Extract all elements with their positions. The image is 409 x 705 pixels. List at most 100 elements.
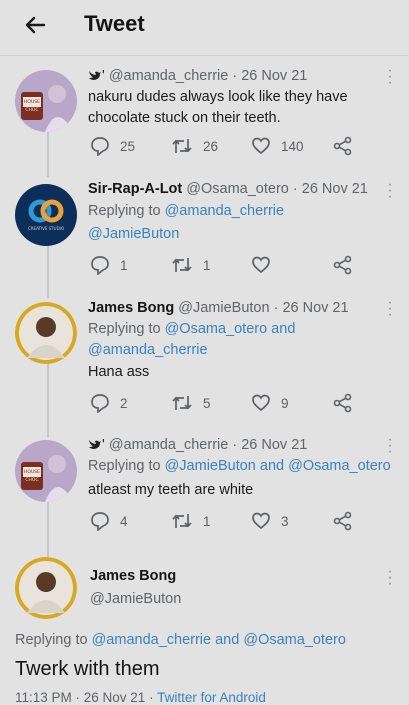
bird-badge-icon <box>88 69 102 81</box>
tweet-text: atleast my teeth are white <box>88 482 254 498</box>
retweet-count: 5 <box>203 395 211 411</box>
thread-line <box>47 132 49 177</box>
reply-count: 25 <box>120 138 136 154</box>
avatar-james-image <box>15 302 77 364</box>
avatar[interactable] <box>15 302 77 364</box>
tweet-handle[interactable]: @amanda_cherrie <box>109 437 229 453</box>
retweet-button[interactable]: 26 <box>171 135 218 157</box>
tweet-header: ' @amanda_cherrie · 26 Nov 21 <box>88 437 307 453</box>
retweet-icon <box>172 258 192 272</box>
tweet-date: 26 Nov 21 <box>241 68 308 84</box>
tweet-date: 26 Nov 21 <box>241 437 308 453</box>
like-count: 9 <box>281 395 289 411</box>
reply-count: 4 <box>120 513 128 529</box>
replying-to: Replying to @amanda_cherrie @JamieButon <box>88 203 285 242</box>
svg-text:CHOC: CHOC <box>25 477 38 483</box>
tweet-text: Hana ass <box>88 364 150 380</box>
svg-text:CHOC: CHOC <box>25 107 38 113</box>
share-icon <box>333 393 352 413</box>
retweet-count: 1 <box>203 257 211 273</box>
share-button[interactable] <box>333 510 353 532</box>
heart-icon <box>252 394 270 412</box>
thread-line <box>47 364 49 437</box>
mention-link[interactable]: @Osama_otero <box>243 632 346 648</box>
thread-line <box>47 246 49 298</box>
more-options-icon[interactable]: · · · <box>386 177 394 205</box>
svg-text:CREATIVE STUDIO: CREATIVE STUDIO <box>28 226 64 231</box>
heart-icon <box>252 512 270 530</box>
share-icon <box>333 511 352 531</box>
reply-button[interactable]: 25 <box>90 135 135 157</box>
share-button[interactable] <box>333 254 353 276</box>
avatar[interactable]: HOUSE CHOC <box>15 70 77 132</box>
avatar[interactable]: CREATIVE STUDIO <box>15 184 77 246</box>
tweet-handle[interactable]: @JamieButon <box>178 300 269 316</box>
share-button[interactable] <box>333 135 353 157</box>
tweet-handle[interactable]: @Osama_otero <box>186 181 289 197</box>
retweet-count: 26 <box>203 138 219 154</box>
mention-link[interactable]: @JamieButon <box>88 226 179 242</box>
reply-button[interactable]: 4 <box>90 510 128 532</box>
svg-text:HOUSE: HOUSE <box>24 469 40 475</box>
mention-link[interactable]: @JamieButon <box>165 458 256 474</box>
tweet-date: 26 Nov 21 <box>301 181 368 197</box>
mention-link[interactable]: @Osama_otero <box>165 321 268 337</box>
mention-link[interactable]: @amanda_cherrie <box>88 342 208 358</box>
reply-count: 2 <box>120 395 128 411</box>
replying-to: Replying to @amanda_cherrie and @Osama_o… <box>15 632 346 648</box>
tweet-meta: 11:13 PM · 26 Nov 21 · Twitter for Andro… <box>15 690 266 705</box>
avatar[interactable]: HOUSE CHOC <box>15 440 77 502</box>
thread-line <box>47 502 49 557</box>
top-bar <box>0 0 409 56</box>
avatar-amanda-image: HOUSE CHOC <box>15 70 77 132</box>
avatar-james-image <box>15 557 77 619</box>
retweet-icon <box>172 139 192 153</box>
avatar-amanda-image: HOUSE CHOC <box>15 440 77 502</box>
mention-link[interactable]: @amanda_cherrie <box>165 203 285 219</box>
tweet-header: James Bong @JamieButon · 26 Nov 21 <box>88 300 349 316</box>
retweet-button[interactable]: 5 <box>171 392 211 414</box>
like-button[interactable]: 9 <box>251 392 289 414</box>
replying-to: Replying to @JamieButon and @Osama_otero <box>88 458 391 474</box>
bird-badge-icon <box>88 438 102 450</box>
like-count: 3 <box>281 513 289 529</box>
reply-count: 1 <box>120 257 128 273</box>
main-author-name[interactable]: James Bong <box>90 568 176 584</box>
avatar[interactable] <box>15 557 77 619</box>
reply-icon <box>91 394 109 413</box>
like-button[interactable]: 140 <box>251 135 304 157</box>
retweet-button[interactable]: 1 <box>171 254 211 276</box>
tweet-author-name[interactable]: Sir-Rap-A-Lot <box>88 181 182 197</box>
reply-button[interactable]: 2 <box>90 392 128 414</box>
tweet-header: Sir-Rap-A-Lot @Osama_otero · 26 Nov 21 <box>88 181 368 197</box>
more-options-icon[interactable]: · · · <box>386 564 394 592</box>
like-button[interactable] <box>251 254 271 276</box>
tweet-handle[interactable]: @amanda_cherrie <box>109 68 229 84</box>
reply-button[interactable]: 1 <box>90 254 128 276</box>
retweet-icon <box>172 514 192 528</box>
back-arrow-icon[interactable] <box>20 10 50 40</box>
source-link[interactable]: Twitter for Android <box>157 690 266 705</box>
avatar-osama-image: CREATIVE STUDIO <box>15 184 77 246</box>
tweet-date: 26 Nov 21 <box>282 300 349 316</box>
tweet-text: nakuru dudes always look like they have c… <box>88 89 348 126</box>
main-author-handle[interactable]: @JamieButon <box>90 591 181 607</box>
more-options-icon[interactable]: · · · <box>386 432 394 460</box>
reply-icon <box>91 137 109 156</box>
main-tweet-text: Twerk with them <box>15 658 160 680</box>
share-button[interactable] <box>333 392 353 414</box>
heart-icon <box>252 256 270 274</box>
heart-icon <box>252 137 270 155</box>
more-options-icon[interactable]: · · · <box>386 295 394 323</box>
retweet-icon <box>172 396 192 410</box>
like-button[interactable]: 3 <box>251 510 289 532</box>
mention-link[interactable]: @Osama_otero <box>288 458 391 474</box>
svg-text:HOUSE: HOUSE <box>24 99 40 105</box>
mention-link[interactable]: @amanda_cherrie <box>92 632 212 648</box>
more-options-icon[interactable]: · · · <box>386 63 394 91</box>
tweet-author-name[interactable]: James Bong <box>88 300 174 316</box>
page-title: Tweet <box>84 11 145 36</box>
reply-icon <box>91 256 109 275</box>
retweet-button[interactable]: 1 <box>171 510 211 532</box>
replying-to: Replying to @Osama_otero and @amanda_che… <box>88 321 296 358</box>
